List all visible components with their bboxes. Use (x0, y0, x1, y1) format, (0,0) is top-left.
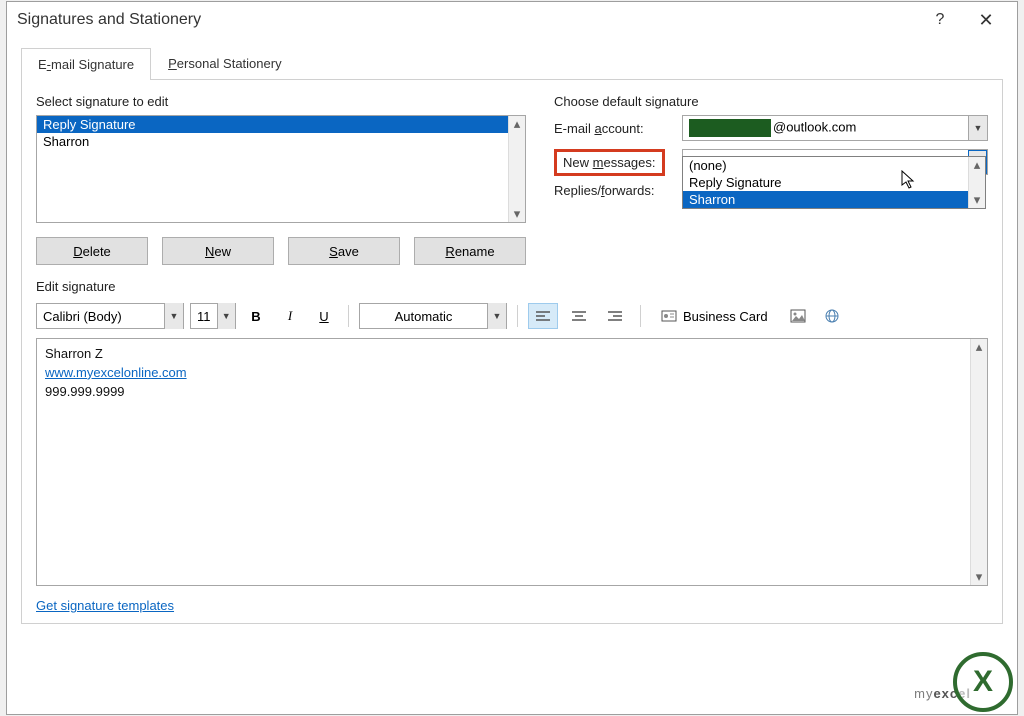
new-button[interactable]: New (162, 237, 274, 265)
picture-icon (790, 308, 806, 324)
scroll-up-icon[interactable]: ▴ (976, 339, 983, 355)
rename-button[interactable]: Rename (414, 237, 526, 265)
editor-scrollbar[interactable]: ▴ ▾ (970, 339, 987, 585)
list-item[interactable]: Sharron (37, 133, 508, 150)
scroll-up-icon[interactable]: ▴ (514, 116, 521, 132)
font-size-combo[interactable]: 11 ▼ (190, 303, 236, 329)
signatures-dialog: Signatures and Stationery ? ✕ E-mail Sig… (6, 1, 1018, 715)
italic-button[interactable]: I (276, 303, 304, 329)
select-signature-label: Select signature to edit (36, 94, 526, 109)
align-left-button[interactable] (528, 303, 558, 329)
underline-button[interactable]: U (310, 303, 338, 329)
dropdown-option-reply[interactable]: Reply Signature (683, 174, 968, 191)
format-toolbar: Calibri (Body) ▼ 11 ▼ B I U Automatic ▼ (36, 300, 988, 332)
email-account-label: E-mail account: (554, 121, 682, 136)
listbox-scrollbar[interactable]: ▴ ▾ (508, 116, 525, 222)
scroll-up-icon[interactable]: ▴ (974, 157, 981, 173)
chevron-down-icon[interactable]: ▼ (968, 116, 987, 140)
separator (640, 305, 641, 327)
chevron-down-icon[interactable]: ▼ (487, 303, 506, 329)
close-button[interactable]: ✕ (963, 4, 1009, 36)
signature-listbox[interactable]: Reply Signature Sharron ▴ ▾ (36, 115, 526, 223)
tabstrip: E-mail Signature Personal Stationery (21, 46, 1003, 80)
get-templates-link[interactable]: Get signature templates (36, 598, 174, 613)
business-card-button[interactable]: Business Card (651, 303, 778, 329)
tab-personal-stationery[interactable]: Personal Stationery (151, 47, 298, 79)
new-messages-label: New messages: (554, 155, 682, 170)
delete-button[interactable]: Delete (36, 237, 148, 265)
signature-editor[interactable]: Sharron Z www.myexcelonline.com 999.999.… (37, 339, 970, 585)
globe-icon (824, 308, 840, 324)
replies-forwards-label: Replies/forwards: (554, 183, 682, 198)
save-button[interactable]: Save (288, 237, 400, 265)
align-center-button[interactable] (564, 303, 594, 329)
dropdown-scrollbar[interactable]: ▴ ▾ (968, 157, 985, 208)
tab-email-signature[interactable]: E-mail Signature (21, 48, 151, 80)
signature-editor-wrap: Sharron Z www.myexcelonline.com 999.999.… (36, 338, 988, 586)
chevron-down-icon[interactable]: ▼ (164, 303, 183, 329)
titlebar: Signatures and Stationery ? ✕ (7, 2, 1017, 38)
bold-button[interactable]: B (242, 303, 270, 329)
scroll-down-icon[interactable]: ▾ (976, 569, 983, 585)
watermark: myexcel (914, 665, 971, 708)
edit-signature-label: Edit signature (36, 279, 988, 294)
insert-hyperlink-button[interactable] (818, 303, 846, 329)
dropdown-option-none[interactable]: (none) (683, 157, 968, 174)
list-item[interactable]: Reply Signature (37, 116, 508, 133)
scroll-down-icon[interactable]: ▾ (974, 192, 981, 208)
help-button[interactable]: ? (917, 4, 963, 36)
new-messages-dropdown-list[interactable]: (none) Reply Signature Sharron ▴ ▾ (682, 156, 986, 209)
watermark-badge: X (953, 652, 1013, 712)
scroll-down-icon[interactable]: ▾ (514, 206, 521, 222)
align-right-button[interactable] (600, 303, 630, 329)
footer-link-row: Get signature templates (36, 598, 988, 613)
separator (517, 305, 518, 327)
insert-picture-button[interactable] (784, 303, 812, 329)
font-color-combo[interactable]: Automatic ▼ (359, 303, 507, 329)
signature-link[interactable]: www.myexcelonline.com (45, 365, 187, 380)
dropdown-option-sharron[interactable]: Sharron (683, 191, 968, 208)
separator (348, 305, 349, 327)
dialog-title: Signatures and Stationery (17, 11, 201, 29)
redacted-block (689, 119, 771, 137)
signature-phone: 999.999.9999 (45, 383, 962, 402)
signature-name: Sharron Z (45, 345, 962, 364)
business-card-icon (661, 308, 677, 324)
font-family-combo[interactable]: Calibri (Body) ▼ (36, 303, 184, 329)
choose-default-label: Choose default signature (554, 94, 988, 109)
email-account-dropdown[interactable]: @outlook.com ▼ (682, 115, 988, 141)
chevron-down-icon[interactable]: ▼ (217, 303, 236, 329)
email-account-value: @outlook.com (683, 119, 968, 137)
